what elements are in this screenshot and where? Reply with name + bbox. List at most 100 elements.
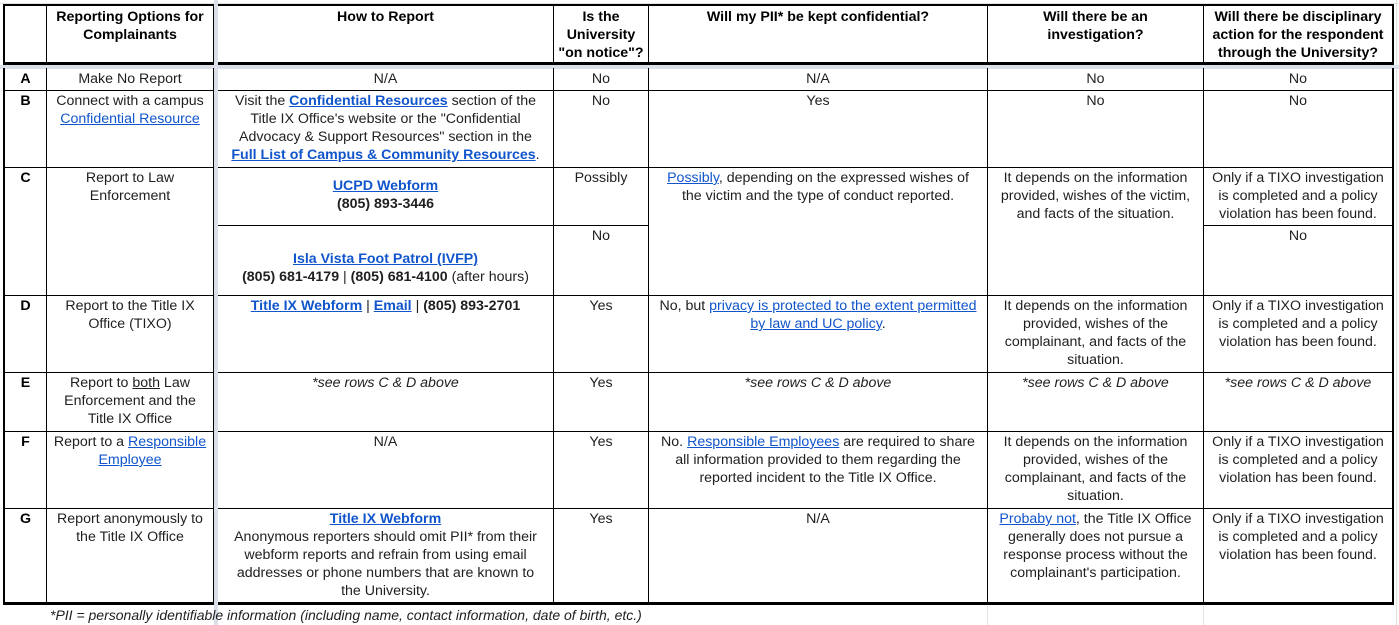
row-e-investigation[interactable]: *see rows C & D above bbox=[987, 372, 1204, 432]
header-option-cell[interactable]: Reporting Options for Complainants bbox=[46, 4, 215, 65]
row-c-pii[interactable]: Possibly, depending on the expressed wis… bbox=[648, 167, 988, 296]
row-d-how[interactable]: Title IX Webform | Email | (805) 893-270… bbox=[218, 295, 554, 373]
separator: | bbox=[339, 269, 351, 285]
row-g-discipline[interactable]: Only if a TIXO investigation is complete… bbox=[1203, 508, 1394, 605]
pii-text: *see rows C & D above bbox=[744, 375, 892, 391]
row-d-investigation[interactable]: It depends on the information provided, … bbox=[987, 295, 1204, 373]
how-text: . bbox=[535, 147, 540, 163]
probably-not-link[interactable]: Probaby not bbox=[999, 511, 1076, 527]
how-text: N/A bbox=[373, 434, 398, 450]
row-e-letter[interactable]: E bbox=[3, 372, 47, 432]
row-b-pii[interactable]: Yes bbox=[648, 90, 988, 168]
row-e-how[interactable]: *see rows C & D above bbox=[218, 372, 554, 432]
empty-gridline bbox=[987, 606, 988, 625]
header-letter-cell[interactable] bbox=[3, 4, 47, 65]
row-c-investigation[interactable]: It depends on the information provided, … bbox=[987, 167, 1204, 296]
row-g-notice[interactable]: Yes bbox=[553, 508, 649, 605]
row-f-pii[interactable]: No. Responsible Employees are required t… bbox=[648, 431, 988, 509]
row-a-option[interactable]: Make No Report bbox=[46, 68, 215, 91]
row-a-investigation[interactable]: No bbox=[987, 68, 1204, 91]
confidential-resource-link[interactable]: Confidential Resource bbox=[60, 111, 200, 127]
ivfp-link[interactable]: Isla Vista Foot Patrol (IVFP) bbox=[293, 251, 478, 267]
row-f-how[interactable]: N/A bbox=[218, 431, 554, 509]
how-text: *see rows C & D above bbox=[312, 375, 459, 391]
row-d-pii[interactable]: No, but privacy is protected to the exte… bbox=[648, 295, 988, 373]
reporting-options-sheet: Reporting Options for Complainants How t… bbox=[0, 0, 1399, 625]
row-d-option[interactable]: Report to the Title IX Office (TIXO) bbox=[46, 295, 215, 373]
row-c-discipline-ucpd[interactable]: Only if a TIXO investigation is complete… bbox=[1203, 167, 1394, 226]
row-c-letter[interactable]: C bbox=[3, 167, 47, 296]
empty-gridline bbox=[1203, 606, 1204, 625]
ucpd-webform-link[interactable]: UCPD Webform bbox=[333, 178, 438, 194]
title-ix-webform-link[interactable]: Title IX Webform bbox=[251, 298, 362, 314]
header-how: How to Report bbox=[337, 9, 434, 25]
row-c-how-ucpd[interactable]: UCPD Webform (805) 893-3446 bbox=[218, 167, 554, 226]
frozen-column-divider-body[interactable] bbox=[214, 68, 218, 625]
full-list-resources-link[interactable]: Full List of Campus & Community Resource… bbox=[231, 147, 535, 163]
row-b-notice[interactable]: No bbox=[553, 90, 649, 168]
row-letter: F bbox=[21, 434, 30, 450]
row-g-option[interactable]: Report anonymously to the Title IX Offic… bbox=[46, 508, 215, 605]
notice-text: No bbox=[591, 71, 611, 87]
row-g-letter[interactable]: G bbox=[3, 508, 47, 605]
row-f-notice[interactable]: Yes bbox=[553, 431, 649, 509]
row-b-option[interactable]: Connect with a campus Confidential Resou… bbox=[46, 90, 215, 168]
row-e-option[interactable]: Report to both Law Enforcement and the T… bbox=[46, 372, 215, 432]
notice-text: Possibly bbox=[574, 170, 628, 186]
separator: | bbox=[362, 298, 374, 314]
row-b-investigation[interactable]: No bbox=[987, 90, 1204, 168]
discipline-text: No bbox=[1288, 228, 1308, 244]
option-text: Connect with a campus bbox=[56, 93, 204, 109]
row-a-pii[interactable]: N/A bbox=[648, 68, 988, 91]
row-c-notice-ivfp[interactable]: No bbox=[553, 225, 649, 296]
notice-text: No bbox=[591, 228, 611, 244]
row-d-discipline[interactable]: Only if a TIXO investigation is complete… bbox=[1203, 295, 1394, 373]
row-b-letter[interactable]: B bbox=[3, 90, 47, 168]
row-c-option[interactable]: Report to Law Enforcement bbox=[46, 167, 215, 296]
row-b-how[interactable]: Visit the Confidential Resources section… bbox=[218, 90, 554, 168]
email-link[interactable]: Email bbox=[374, 298, 412, 314]
row-a-notice[interactable]: No bbox=[553, 68, 649, 91]
row-letter: C bbox=[20, 170, 31, 186]
row-g-how[interactable]: Title IX Webform Anonymous reporters sho… bbox=[218, 508, 554, 605]
ucpd-phone: (805) 893-3446 bbox=[336, 196, 435, 212]
possibly-link[interactable]: Possibly bbox=[667, 170, 719, 186]
row-d-notice[interactable]: Yes bbox=[553, 295, 649, 373]
row-f-investigation[interactable]: It depends on the information provided, … bbox=[987, 431, 1204, 509]
header-investigation: Will there be an investigation? bbox=[1043, 9, 1148, 43]
header-how-cell[interactable]: How to Report bbox=[218, 4, 554, 65]
option-text: Report anonymously to the Title IX Offic… bbox=[57, 511, 203, 545]
pii-text: No, but bbox=[659, 298, 710, 314]
row-a-how[interactable]: N/A bbox=[218, 68, 554, 91]
row-f-option[interactable]: Report to a Responsible Employee bbox=[46, 431, 215, 509]
pii-text: N/A bbox=[806, 71, 830, 87]
row-b-discipline[interactable]: No bbox=[1203, 90, 1394, 168]
pii-text: No. bbox=[661, 434, 688, 450]
discipline-text: Only if a TIXO investigation is complete… bbox=[1212, 434, 1384, 486]
row-c-notice-ucpd[interactable]: Possibly bbox=[553, 167, 649, 226]
row-a-letter[interactable]: A bbox=[3, 68, 47, 91]
row-c-discipline-ivfp[interactable]: No bbox=[1203, 225, 1394, 296]
row-g-pii[interactable]: N/A bbox=[648, 508, 988, 605]
anonymous-title-ix-webform-link[interactable]: Title IX Webform bbox=[330, 511, 441, 527]
pii-footnote: *PII = personally identifiable informati… bbox=[50, 607, 642, 623]
header-pii-cell[interactable]: Will my PII* be kept confidential? bbox=[648, 4, 988, 65]
privacy-protected-link[interactable]: privacy is protected to the extent permi… bbox=[709, 298, 976, 332]
row-d-letter[interactable]: D bbox=[3, 295, 47, 373]
header-investigation-cell[interactable]: Will there be an investigation? bbox=[987, 4, 1204, 65]
row-f-letter[interactable]: F bbox=[3, 431, 47, 509]
row-e-notice[interactable]: Yes bbox=[553, 372, 649, 432]
row-g-investigation[interactable]: Probaby not, the Title IX Office general… bbox=[987, 508, 1204, 605]
row-c-how-ivfp[interactable]: Isla Vista Foot Patrol (IVFP) (805) 681-… bbox=[218, 225, 554, 296]
responsible-employees-link[interactable]: Responsible Employees bbox=[687, 434, 839, 450]
row-f-discipline[interactable]: Only if a TIXO investigation is complete… bbox=[1203, 431, 1394, 509]
investigation-text: *see rows C & D above bbox=[1022, 375, 1169, 391]
row-e-pii[interactable]: *see rows C & D above bbox=[648, 372, 988, 432]
discipline-text: Only if a TIXO investigation is complete… bbox=[1212, 170, 1384, 222]
option-text: Report to a bbox=[53, 434, 129, 450]
header-discipline-cell[interactable]: Will there be disciplinary action for th… bbox=[1203, 4, 1394, 65]
row-e-discipline[interactable]: *see rows C & D above bbox=[1203, 372, 1394, 432]
confidential-resources-section-link[interactable]: Confidential Resources bbox=[289, 93, 447, 109]
header-notice-cell[interactable]: Is the University "on notice"? bbox=[553, 4, 649, 65]
row-a-discipline[interactable]: No bbox=[1203, 68, 1394, 91]
